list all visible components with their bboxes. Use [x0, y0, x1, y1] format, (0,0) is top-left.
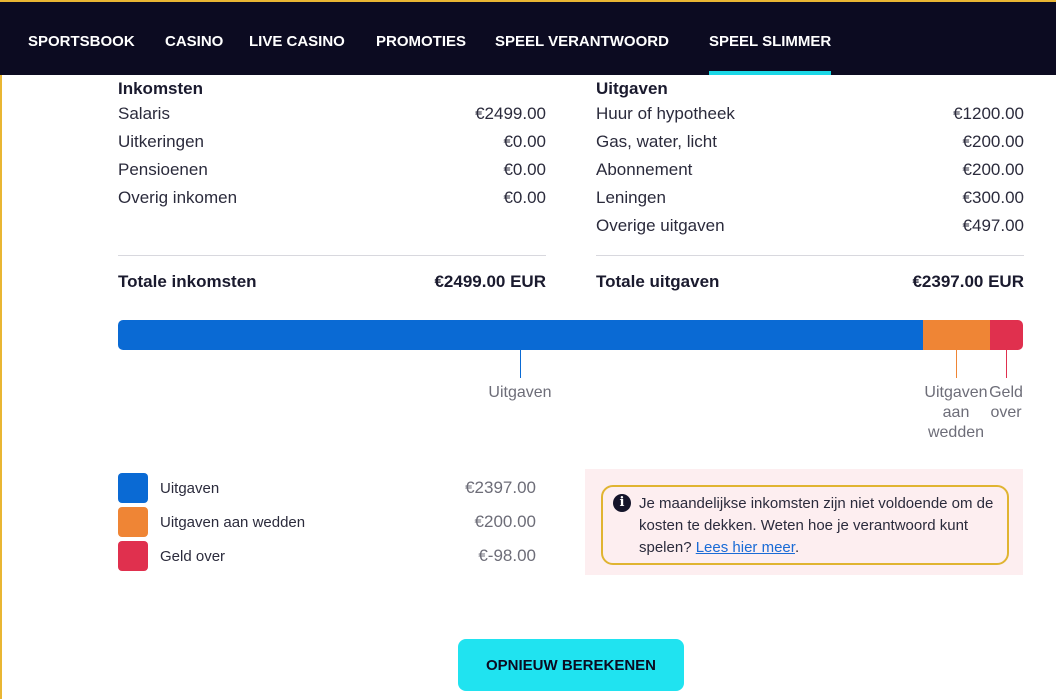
income-row-label: Salaris [118, 104, 170, 123]
bar-tick-geld-over [1006, 350, 1007, 378]
expenses-total-label: Totale uitgaven [596, 272, 720, 291]
expenses-title: Uitgaven [596, 79, 668, 98]
income-section: Inkomsten Salaris €2499.00 Uitkeringen €… [118, 78, 546, 212]
expense-row-label: Leningen [596, 188, 666, 207]
bar-label-wedden: Uitgaven aan wedden [924, 384, 988, 441]
expense-row-amount: €300.00 [962, 188, 1024, 207]
income-row: Overig inkomen €0.00 [118, 184, 546, 212]
lees-hier-meer-link[interactable]: Lees hier meer [696, 539, 795, 556]
budget-breakdown-bar [118, 320, 1023, 350]
expense-row-label: Huur of hypotheek [596, 104, 735, 123]
expense-row-amount: €497.00 [962, 216, 1024, 235]
nav-promoties[interactable]: PROMOTIES [376, 2, 466, 75]
info-panel: i Je maandelijkse inkomsten zijn niet vo… [585, 469, 1023, 575]
income-total-label: Totale inkomsten [118, 272, 257, 291]
info-after-link: . [794, 539, 800, 556]
expense-row: Leningen €300.00 [596, 184, 1024, 212]
income-row-label: Uitkeringen [118, 132, 204, 151]
bar-label-uitgaven: Uitgaven [488, 384, 552, 401]
expense-row-label: Abonnement [596, 160, 693, 179]
income-row-amount: €2499.00 [475, 104, 546, 123]
nav-speel-slimmer[interactable]: SPEEL SLIMMER [709, 2, 832, 75]
legend-value: €-98.00 [478, 546, 536, 565]
income-row-amount: €0.00 [503, 160, 546, 179]
bar-tick-uitgaven [520, 350, 521, 378]
expense-row: Gas, water, licht €200.00 [596, 128, 1024, 156]
expenses-total: Totale uitgaven €2397.00 EUR [596, 272, 1024, 292]
nav-sportsbook[interactable]: SPORTSBOOK [28, 2, 135, 75]
income-row-label: Pensioenen [118, 160, 208, 179]
expenses-section: Uitgaven Huur of hypotheek €1200.00 Gas,… [596, 78, 1024, 240]
expense-row-label: Overige uitgaven [596, 216, 725, 235]
income-total: Totale inkomsten €2499.00 EUR [118, 272, 546, 292]
legend-swatch [118, 541, 148, 571]
info-icon: i [613, 494, 631, 512]
income-row-label: Overig inkomen [118, 188, 238, 207]
legend-item-geld-over: Geld over €-98.00 [118, 540, 536, 572]
income-row-amount: €0.00 [503, 188, 546, 207]
income-title: Inkomsten [118, 79, 204, 98]
expense-row: Huur of hypotheek €1200.00 [596, 100, 1024, 128]
frame-border-left [0, 0, 2, 699]
legend-value: €200.00 [474, 512, 536, 531]
income-row: Salaris €2499.00 [118, 100, 546, 128]
expense-row-amount: €200.00 [962, 160, 1024, 179]
info-message-box: i Je maandelijkse inkomsten zijn niet vo… [601, 485, 1009, 565]
bar-segment-uitgaven [118, 320, 923, 350]
legend-label: Uitgaven [160, 479, 220, 497]
expenses-divider [596, 255, 1024, 256]
expenses-total-amount: €2397.00 EUR [912, 272, 1024, 291]
income-row-amount: €0.00 [503, 132, 546, 151]
income-row: Pensioenen €0.00 [118, 156, 546, 184]
expense-row-amount: €200.00 [962, 132, 1024, 151]
legend-swatch [118, 473, 148, 503]
top-navigation: SPORTSBOOK CASINO LIVE CASINO PROMOTIES … [0, 0, 1056, 75]
nav-speel-verantwoord[interactable]: SPEEL VERANTWOORD [495, 2, 669, 75]
income-total-amount: €2499.00 EUR [434, 272, 546, 291]
legend-swatch [118, 507, 148, 537]
legend-label: Uitgaven aan wedden [160, 513, 306, 531]
income-row: Uitkeringen €0.00 [118, 128, 546, 156]
bar-segment-wedden [922, 320, 990, 350]
legend-item-wedden: Uitgaven aan wedden €200.00 [118, 506, 536, 538]
bar-label-geld-over: Geld over [989, 384, 1023, 421]
nav-casino[interactable]: CASINO [165, 2, 223, 75]
legend-value: €2397.00 [465, 478, 536, 497]
expense-row: Overige uitgaven €497.00 [596, 212, 1024, 240]
bar-segment-geld-over [989, 320, 1023, 350]
expense-row: Abonnement €200.00 [596, 156, 1024, 184]
legend-item-uitgaven: Uitgaven €2397.00 [118, 472, 536, 504]
expense-row-label: Gas, water, licht [596, 132, 717, 151]
info-text: Je maandelijkse inkomsten zijn niet vold… [639, 495, 994, 556]
recalculate-button[interactable]: OPNIEUW BEREKENEN [458, 639, 684, 691]
bar-tick-wedden [956, 350, 957, 378]
income-divider [118, 255, 546, 256]
expense-row-amount: €1200.00 [953, 104, 1024, 123]
nav-live-casino[interactable]: LIVE CASINO [249, 2, 345, 75]
legend-label: Geld over [160, 547, 226, 565]
